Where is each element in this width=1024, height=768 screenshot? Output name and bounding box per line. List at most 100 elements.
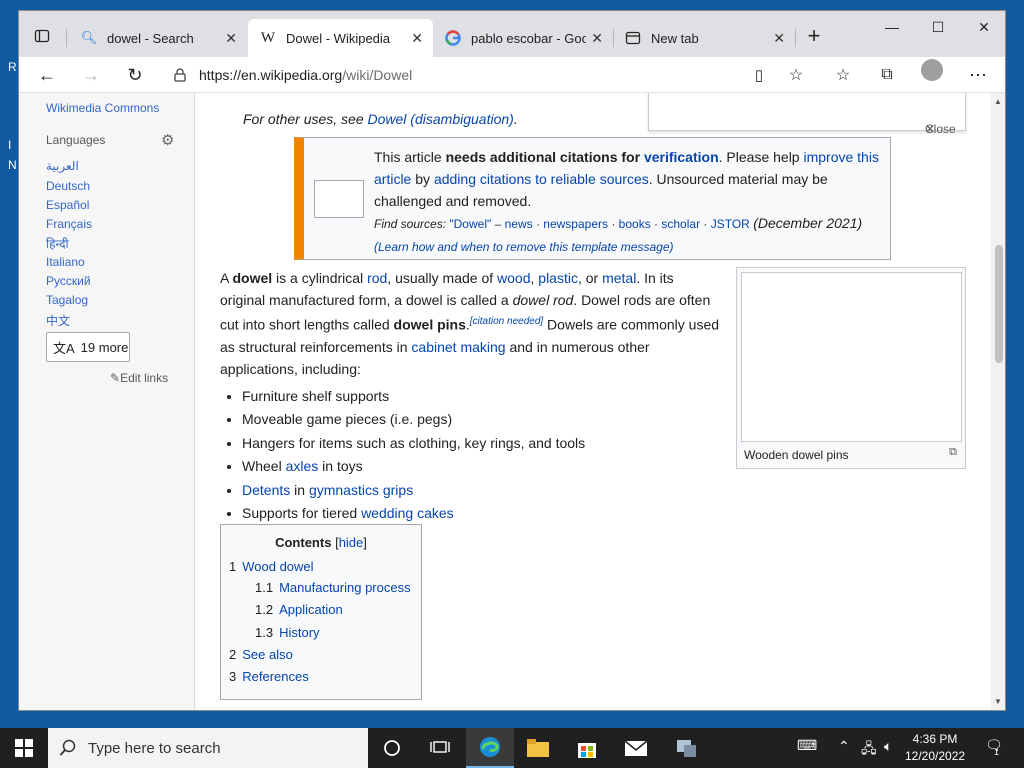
language-link[interactable]: العربية <box>46 159 79 173</box>
store-button[interactable] <box>563 728 611 768</box>
wood-link[interactable]: wood <box>497 270 530 286</box>
immersive-reader-button[interactable]: ▯ <box>744 61 774 89</box>
forward-button[interactable]: → <box>76 61 106 89</box>
detents-link[interactable]: Detents <box>242 482 290 498</box>
toc-hide-link[interactable]: hide <box>339 535 364 550</box>
rod-link[interactable]: rod <box>367 270 387 286</box>
translate-icon: 文A <box>53 340 75 356</box>
notice-text: This article needs additional citations … <box>374 146 889 258</box>
close-icon[interactable]: ✕ <box>411 30 423 47</box>
learn-remove-link[interactable]: (Learn how and when to remove this templ… <box>374 240 674 254</box>
notice-bold: needs additional citations for <box>445 149 644 165</box>
file-explorer-button[interactable] <box>514 728 562 768</box>
gear-icon[interactable]: ⚙ <box>161 131 174 149</box>
volume-icon[interactable]: 🔈︎ <box>884 738 892 755</box>
minimize-button[interactable]: — <box>869 15 915 39</box>
text: in <box>290 481 309 498</box>
tab-pablo-escobar[interactable]: pablo escobar - Goog ✕ <box>433 19 613 57</box>
address-bar[interactable]: https://en.wikipedia.org/wiki/Dowel <box>169 60 789 90</box>
maximize-button[interactable]: ☐ <box>915 15 961 39</box>
toc-item[interactable]: 1.3 History <box>255 625 320 640</box>
close-icon[interactable]: ✕ <box>773 30 785 47</box>
italic-term: dowel rod <box>512 292 574 308</box>
toc-item[interactable]: 1.2 Application <box>255 602 343 617</box>
mail-button[interactable] <box>612 728 660 768</box>
network-icon[interactable]: 🖧︎ <box>861 738 877 762</box>
text: Wheel <box>242 458 286 475</box>
tab-new-tab[interactable]: New tab ✕ <box>613 19 795 57</box>
scroll-up-icon[interactable]: ▲ <box>994 97 1002 106</box>
source-query-link[interactable]: "Dowel" <box>449 217 491 231</box>
close-icon[interactable]: ✕ <box>591 30 603 47</box>
jstor-link[interactable]: JSTOR <box>711 217 750 231</box>
language-link[interactable]: Tagalog <box>46 293 88 307</box>
wikipedia-icon: W <box>260 29 276 46</box>
gymnastics-grips-link[interactable]: gymnastics grips <box>309 482 413 498</box>
enlarge-icon[interactable]: ⧉ <box>949 446 957 459</box>
network-app-button[interactable] <box>662 728 710 768</box>
toc-item[interactable]: 1.1 Manufacturing process <box>255 580 411 595</box>
more-languages-button[interactable]: 文A 19 more <box>46 332 130 362</box>
wikimedia-commons-link[interactable]: Wikimedia Commons <box>46 101 159 115</box>
favorites-button[interactable]: ☆ <box>828 61 858 89</box>
edge-taskbar-button[interactable] <box>466 728 514 768</box>
cortana-button[interactable] <box>368 728 416 768</box>
bold-term: dowel <box>232 270 273 286</box>
collections-button[interactable]: ⧉ <box>872 61 902 89</box>
cabinet-making-link[interactable]: cabinet making <box>411 339 505 355</box>
profile-avatar[interactable] <box>921 59 943 81</box>
tab-actions-button[interactable] <box>27 23 57 49</box>
keyboard-icon[interactable]: ⌨ <box>797 737 817 754</box>
hatnote: For other uses, see Dowel (disambiguatio… <box>243 111 518 127</box>
tab-dowel-wikipedia[interactable]: W Dowel - Wikipedia ✕ <box>248 19 433 57</box>
new-tab-button[interactable]: + <box>801 25 827 49</box>
start-button[interactable] <box>0 728 48 768</box>
refresh-button[interactable]: ↻ <box>120 61 150 89</box>
text: Supports for tiered <box>242 504 362 521</box>
news-link[interactable]: news <box>505 217 533 231</box>
language-link[interactable]: Italiano <box>46 255 85 269</box>
books-link[interactable]: books <box>619 217 651 231</box>
text: , usually made of <box>387 270 498 286</box>
dowel-pins-image[interactable] <box>741 272 962 442</box>
language-link[interactable]: Русский <box>46 274 91 288</box>
verification-link[interactable]: verification <box>644 149 719 165</box>
close-window-button[interactable]: ✕ <box>961 15 1005 39</box>
language-link[interactable]: Deutsch <box>46 179 90 193</box>
tab-dowel-search[interactable]: 🔍︎ dowel - Search ✕ <box>69 19 247 57</box>
wedding-cakes-link[interactable]: wedding cakes <box>361 505 454 521</box>
scrollbar-thumb[interactable] <box>995 245 1003 363</box>
toc-label: See also <box>242 647 293 662</box>
language-link[interactable]: Français <box>46 217 92 231</box>
citation-needed-link[interactable]: [citation needed] <box>470 316 543 327</box>
axles-link[interactable]: axles <box>286 458 319 474</box>
edit-links-link[interactable]: ✎Edit links <box>110 371 168 385</box>
page-scrollbar[interactable]: ▲ ▼ <box>991 93 1005 710</box>
plastic-link[interactable]: plastic <box>538 270 578 286</box>
back-button[interactable]: ← <box>32 61 62 89</box>
toc-item[interactable]: 1 Wood dowel <box>229 559 314 574</box>
settings-menu-button[interactable]: ⋯ <box>963 61 993 89</box>
system-clock[interactable]: 4:36 PM 12/20/2022 <box>905 731 965 765</box>
disambiguation-link[interactable]: Dowel (disambiguation) <box>368 111 514 127</box>
language-link[interactable]: हिन्दी <box>46 235 69 252</box>
languages-heading: Languages <box>46 133 106 147</box>
newspapers-link[interactable]: newspapers <box>543 217 608 231</box>
chevron-up-icon[interactable]: ⌃ <box>838 738 850 755</box>
scholar-link[interactable]: scholar <box>661 217 700 231</box>
favorites-icon: ☆ <box>835 67 851 84</box>
edge-icon <box>480 737 500 757</box>
metal-link[interactable]: metal <box>602 270 636 286</box>
adding-citations-link[interactable]: adding citations to reliable sources <box>434 171 649 187</box>
language-link[interactable]: 中文 <box>46 312 70 329</box>
back-arrow-icon: ← <box>38 64 56 85</box>
scroll-down-icon[interactable]: ▼ <box>994 697 1002 706</box>
close-icon[interactable]: ✕ <box>225 30 237 47</box>
taskbar-search-box[interactable]: Type here to search <box>48 728 368 768</box>
toc-item[interactable]: 2 See also <box>229 647 293 662</box>
toc-item[interactable]: 3 References <box>229 669 309 684</box>
language-link[interactable]: Español <box>46 198 89 212</box>
task-view-button[interactable] <box>416 728 464 768</box>
list-item: Wheel axles in toys <box>242 455 585 478</box>
add-favorite-button[interactable]: ☆ <box>781 61 811 89</box>
